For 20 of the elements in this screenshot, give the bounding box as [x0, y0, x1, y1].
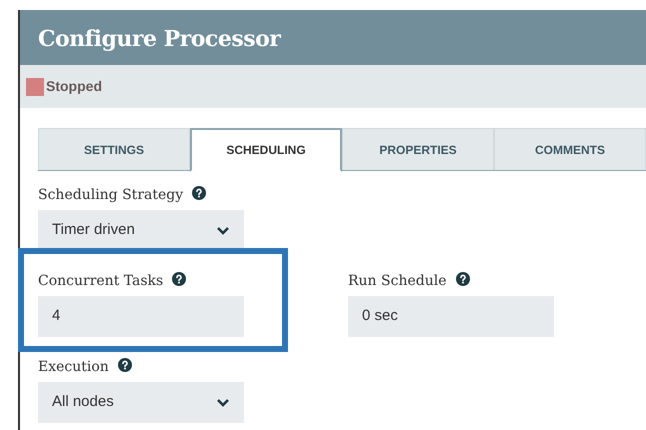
help-icon[interactable] — [172, 272, 186, 286]
tab[interactable]: PROPERTIES — [342, 128, 494, 170]
dropdown[interactable]: All nodes — [38, 382, 244, 423]
chevron-down-icon — [216, 398, 230, 408]
help-icon[interactable] — [456, 272, 470, 286]
tab[interactable]: COMMENTS — [494, 128, 646, 170]
dialog-title: Configure Processor — [38, 25, 280, 54]
help-icon[interactable] — [118, 358, 132, 372]
dropdown[interactable]: Timer driven — [38, 210, 244, 251]
status-label: Stopped — [46, 77, 102, 96]
help-icon[interactable] — [192, 186, 206, 200]
input-field[interactable]: 4 — [38, 296, 244, 337]
field-label: Execution — [38, 358, 109, 377]
tab[interactable]: SETTINGS — [38, 128, 190, 170]
tab[interactable]: SCHEDULING — [190, 128, 342, 172]
field-label: Concurrent Tasks — [38, 272, 164, 291]
field-label: Run Schedule — [348, 272, 446, 291]
chevron-down-icon — [216, 226, 230, 236]
field-label: Scheduling Strategy — [38, 186, 184, 205]
input-field[interactable]: 0 sec — [348, 296, 554, 337]
